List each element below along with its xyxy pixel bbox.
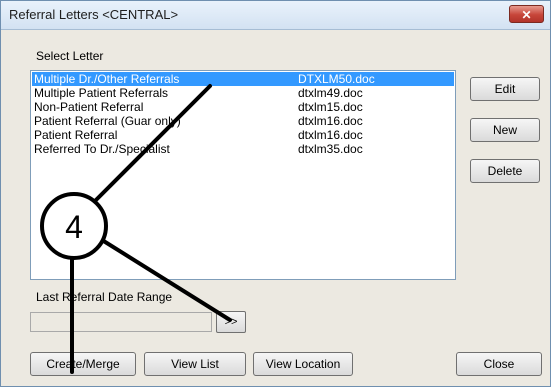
view-location-button[interactable]: View Location bbox=[253, 352, 353, 376]
letter-list-item[interactable]: Patient Referral (Guar only) dtxlm16.doc bbox=[32, 114, 454, 128]
new-button[interactable]: New bbox=[470, 118, 540, 142]
letter-file: dtxlm15.doc bbox=[298, 100, 363, 114]
letter-name: Multiple Patient Referrals bbox=[34, 86, 169, 100]
edit-button[interactable]: Edit bbox=[470, 77, 540, 101]
title-bar[interactable]: Referral Letters <CENTRAL> ✕ bbox=[1, 1, 550, 30]
letter-list-item[interactable]: Multiple Dr./Other Referrals DTXLM50.doc bbox=[32, 72, 454, 86]
close-button[interactable]: Close bbox=[456, 352, 542, 376]
letter-file: dtxlm16.doc bbox=[298, 114, 363, 128]
letter-list-item[interactable]: Patient Referral dtxlm16.doc bbox=[32, 128, 454, 142]
date-range-button[interactable]: >> bbox=[216, 311, 246, 333]
letter-list-item[interactable]: Multiple Patient Referrals dtxlm49.doc bbox=[32, 86, 454, 100]
window-close-button[interactable]: ✕ bbox=[509, 5, 544, 23]
letter-file: dtxlm16.doc bbox=[298, 128, 363, 142]
letter-list[interactable]: Multiple Dr./Other Referrals DTXLM50.doc M… bbox=[30, 70, 456, 280]
date-range-field[interactable] bbox=[30, 312, 212, 332]
letter-list-item[interactable]: Referred To Dr./Specialist dtxlm35.doc bbox=[32, 142, 454, 156]
letter-name: Multiple Dr./Other Referrals bbox=[34, 72, 180, 86]
delete-button[interactable]: Delete bbox=[470, 159, 540, 183]
letter-file: DTXLM50.doc bbox=[298, 72, 375, 86]
letter-name: Referred To Dr./Specialist bbox=[34, 142, 170, 156]
date-range-label: Last Referral Date Range bbox=[36, 290, 173, 304]
create-merge-button[interactable]: Create/Merge bbox=[30, 352, 136, 376]
letter-name: Patient Referral bbox=[34, 128, 118, 142]
select-letter-label: Select Letter bbox=[36, 49, 104, 63]
window-title: Referral Letters <CENTRAL> bbox=[9, 7, 179, 22]
letter-file: dtxlm49.doc bbox=[298, 86, 363, 100]
view-list-button[interactable]: View List bbox=[144, 352, 246, 376]
letter-list-item[interactable]: Non-Patient Referral dtxlm15.doc bbox=[32, 100, 454, 114]
letter-file: dtxlm35.doc bbox=[298, 142, 363, 156]
letter-name: Patient Referral (Guar only) bbox=[34, 114, 181, 128]
letter-name: Non-Patient Referral bbox=[34, 100, 144, 114]
